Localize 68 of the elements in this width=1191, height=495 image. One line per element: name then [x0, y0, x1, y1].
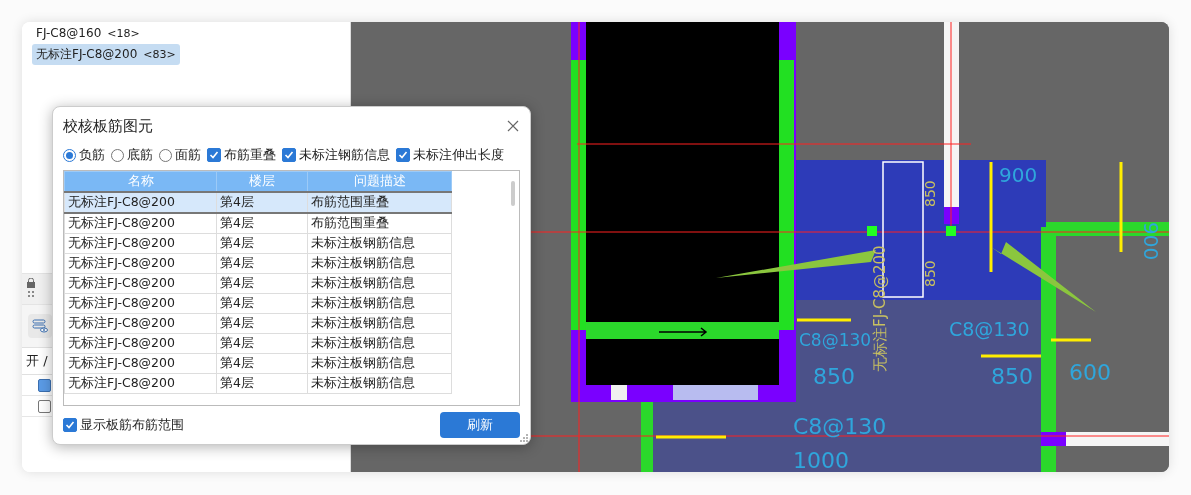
table-cell[interactable]: 无标注FJ-C8@200 [64, 213, 217, 234]
option-label: 负筋 [79, 146, 105, 164]
drawing-label: 900 [999, 163, 1038, 187]
table-cell[interactable]: 第4层 [216, 333, 308, 354]
close-icon[interactable] [506, 119, 520, 133]
checkbox[interactable] [396, 148, 410, 162]
table-cell[interactable]: 第4层 [216, 233, 308, 254]
table-cell[interactable]: 第4层 [216, 253, 308, 274]
table-cell[interactable]: 无标注FJ-C8@200 [64, 293, 217, 314]
table-cell[interactable]: 未标注板钢筋信息 [307, 373, 452, 394]
list-item[interactable]: FJ-C8@160 <18> [32, 24, 144, 42]
option-label: 未标注伸出长度 [413, 146, 504, 164]
table-cell[interactable]: 未标注板钢筋信息 [307, 293, 452, 314]
option-label: 面筋 [175, 146, 201, 164]
table-cell[interactable]: 第4层 [216, 353, 308, 374]
table-cell[interactable]: 无标注FJ-C8@200 [64, 192, 217, 213]
drawing-label: 900 [1139, 222, 1163, 261]
drawing-label: 850 [813, 364, 855, 389]
option-label: 底筋 [127, 146, 153, 164]
table-cell[interactable]: 无标注FJ-C8@200 [64, 333, 217, 354]
drawing-label: C8@130 [793, 414, 887, 439]
drawing-label: 850 [991, 364, 1033, 389]
table-cell[interactable]: 未标注板钢筋信息 [307, 353, 452, 374]
option-label: 未标注钢筋信息 [299, 146, 390, 164]
table-cell[interactable]: 无标注FJ-C8@200 [64, 253, 217, 274]
table-cell[interactable]: 无标注FJ-C8@200 [64, 373, 217, 394]
refresh-button[interactable]: 刷新 [440, 412, 520, 438]
table-cell[interactable]: 第4层 [216, 213, 308, 234]
table-cell[interactable]: 无标注FJ-C8@200 [64, 233, 217, 254]
layer-checkbox[interactable] [38, 378, 51, 392]
table-cell[interactable]: 未标注板钢筋信息 [307, 253, 452, 274]
option-label: 显示板筋布筋范围 [80, 416, 184, 434]
column-header: 名称 [64, 171, 217, 192]
checkbox[interactable] [282, 148, 296, 162]
drawing-label: 无标注FJ-C8@200 [871, 245, 889, 372]
drawing-label: 1000 [793, 448, 849, 472]
drawing-label: C8@130 [949, 318, 1030, 340]
drawing-label: C8@130 [799, 330, 872, 350]
table-cell[interactable]: 第4层 [216, 373, 308, 394]
table-cell[interactable]: 第4层 [216, 273, 308, 294]
table-cell[interactable]: 未标注板钢筋信息 [307, 233, 452, 254]
table-cell[interactable]: 未标注板钢筋信息 [307, 273, 452, 294]
list-item[interactable]: 无标注FJ-C8@200 <83> [32, 44, 180, 65]
drawing-label: 600 [1069, 360, 1111, 385]
table-cell[interactable]: 无标注FJ-C8@200 [64, 353, 217, 374]
table-cell[interactable]: 第4层 [216, 313, 308, 334]
table-cell[interactable]: 第4层 [216, 293, 308, 314]
table-cell[interactable]: 布筋范围重叠 [307, 213, 452, 234]
table-cell[interactable]: 无标注FJ-C8@200 [64, 313, 217, 334]
table-cell[interactable]: 未标注板钢筋信息 [307, 313, 452, 334]
table-cell[interactable]: 布筋范围重叠 [307, 192, 452, 213]
table-cell[interactable]: 未标注板钢筋信息 [307, 333, 452, 354]
radio-button[interactable] [63, 148, 76, 162]
drawing-label: 850 [922, 180, 938, 207]
table-cell[interactable]: 第4层 [216, 192, 308, 213]
layer-visibility-button[interactable] [28, 314, 52, 338]
checkbox[interactable] [207, 148, 221, 162]
drawing-label: 850 [922, 260, 938, 287]
resize-grip-icon[interactable] [520, 434, 528, 442]
lock-icon[interactable] [26, 278, 36, 300]
layer-checkbox[interactable] [38, 399, 51, 413]
scrollbar-thumb[interactable] [511, 181, 515, 206]
dialog-title: 校核板筋图元 [63, 116, 153, 136]
radio-button[interactable] [111, 148, 124, 162]
checkbox[interactable] [63, 418, 77, 432]
table-cell[interactable]: 无标注FJ-C8@200 [64, 273, 217, 294]
radio-button[interactable] [159, 148, 172, 162]
option-label: 布筋重叠 [224, 146, 276, 164]
